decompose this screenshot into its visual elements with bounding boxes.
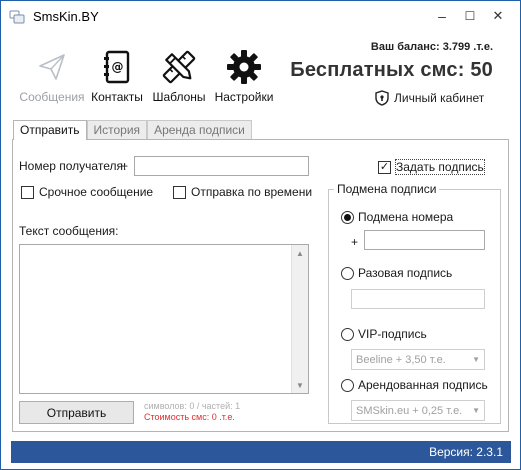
radio-rented-signature-dot[interactable] [341,378,354,392]
toolbar-messages-button[interactable]: Сообщения [17,49,87,104]
radio-number-substitution-dot[interactable] [341,210,354,224]
pencil-ruler-icon [162,50,196,84]
message-textarea[interactable]: ▲ ▼ [19,244,309,394]
rented-signature-select-value: SMSkin.eu + 0,25 т.е. [356,404,463,417]
address-book-icon: @ [104,50,130,84]
close-icon: ✕ [492,8,504,23]
urgent-checkbox-box[interactable] [21,185,34,199]
chevron-down-icon: ▼ [472,355,480,364]
urgent-message-checkbox[interactable]: Срочное сообщение [21,185,153,199]
urgent-checkbox-label: Срочное сообщение [39,185,154,199]
sms-cost: Стоимость смс: 0 .т.е. [144,412,235,422]
radio-rented-signature-label: Арендованная подпись [358,378,488,392]
tab-signature-rent[interactable]: Аренда подписи [147,120,252,139]
substitution-number-input[interactable] [364,230,485,250]
personal-cabinet-link[interactable]: Личный кабинет [375,90,484,106]
chevron-down-icon: ▼ [472,406,480,415]
personal-cabinet-label: Личный кабинет [394,91,485,105]
set-signature-label: Задать подпись [395,159,485,175]
svg-text:@: @ [112,60,124,74]
scheduled-send-checkbox[interactable]: Отправка по времени [173,185,312,199]
toolbar-contacts-label: Контакты [91,90,143,104]
toolbar-contacts-button[interactable]: @ Контакты [82,49,152,104]
version-label: Версия: 2.3.1 [429,445,503,459]
toolbar-templates-label: Шаблоны [152,90,206,104]
close-button[interactable]: ✕ [487,7,509,25]
tab-send[interactable]: Отправить [13,120,87,140]
status-bar: Версия: 2.3.1 [11,441,511,463]
app-icon [9,10,25,24]
radio-vip-signature-label: VIP-подпись [358,327,427,341]
tab-history[interactable]: История [86,120,148,139]
vip-signature-select-value: Beeline + 3,50 т.е. [356,353,446,366]
toolbar-settings-label: Настройки [214,90,274,104]
signature-group-title: Подмена подписи [334,182,440,196]
one-time-signature-input[interactable] [351,289,485,309]
vip-signature-select[interactable]: Beeline + 3,50 т.е. ▼ [351,349,485,370]
radio-vip-signature-dot[interactable] [341,327,354,341]
radio-number-substitution-label: Подмена номера [358,210,454,224]
send-button[interactable]: Отправить [19,401,134,424]
radio-number-substitution[interactable]: Подмена номера [341,210,453,224]
substitution-plus: + [351,235,359,249]
main-window: SmsKin.BY – ☐ ✕ Сообщения @ Контакты Шаб… [0,0,521,470]
rented-signature-select[interactable]: SMSkin.eu + 0,25 т.е. ▼ [351,400,485,421]
gear-icon [227,50,261,84]
toolbar-messages-label: Сообщения [19,90,85,104]
recipient-plus: + [121,159,129,173]
radio-rented-signature[interactable]: Арендованная подпись [341,378,488,392]
scheduled-checkbox-box[interactable] [173,185,186,199]
minimize-button[interactable]: – [431,7,453,25]
paper-plane-icon [39,54,65,80]
balance-text: Ваш баланс: 3.799 .т.е. [370,41,493,53]
title-bar: SmsKin.BY – ☐ ✕ [1,1,520,31]
set-signature-checkbox[interactable]: ✓ Задать подпись [378,159,485,175]
char-counter: символов: 0 / частей: 1 [144,401,241,411]
scroll-up-icon[interactable]: ▲ [292,245,308,261]
scroll-down-icon[interactable]: ▼ [292,377,308,393]
free-sms-counter: Бесплатных смс: 50 [290,59,493,81]
radio-one-time-signature-label: Разовая подпись [358,266,453,280]
maximize-icon: ☐ [464,9,476,23]
message-label: Текст сообщения: [19,224,119,238]
radio-one-time-signature[interactable]: Разовая подпись [341,266,452,280]
minimize-icon: – [438,8,446,24]
tab-strip: Отправить История Аренда подписи [13,120,252,140]
toolbar-templates-button[interactable]: Шаблоны [144,49,214,104]
radio-one-time-signature-dot[interactable] [341,266,354,280]
recipient-number-input[interactable] [134,156,309,176]
window-title: SmsKin.BY [33,9,99,24]
shield-icon [375,90,389,106]
radio-vip-signature[interactable]: VIP-подпись [341,327,427,341]
scheduled-checkbox-label: Отправка по времени [191,185,313,199]
set-signature-checkbox-box[interactable]: ✓ [378,160,391,174]
recipient-label: Номер получателя: [19,159,127,173]
maximize-button[interactable]: ☐ [459,7,481,25]
message-scrollbar[interactable]: ▲ ▼ [291,245,308,393]
